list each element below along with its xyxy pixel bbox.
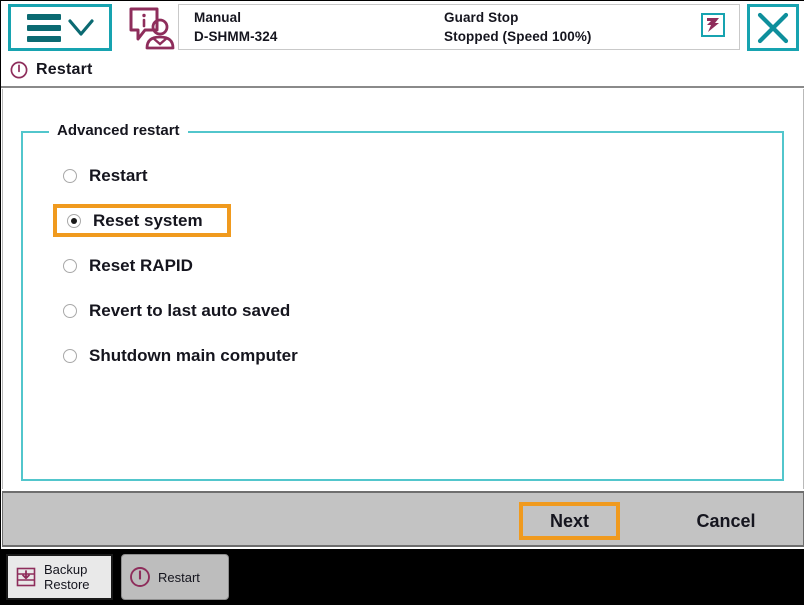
radio-reset-rapid[interactable] bbox=[63, 258, 77, 273]
main-menu-button[interactable] bbox=[8, 4, 112, 51]
page-title: Restart bbox=[36, 60, 93, 78]
option-label: Reset RAPID bbox=[89, 255, 193, 275]
controller-state: Guard Stop bbox=[444, 10, 519, 25]
close-button[interactable] bbox=[747, 4, 799, 51]
taskbar-item-label: Backup Restore bbox=[44, 562, 90, 592]
action-button-bar: Next Cancel bbox=[2, 491, 804, 547]
top-status-bar: Manual D-SHMM-324 Guard Stop Stopped (Sp… bbox=[1, 1, 804, 53]
restart-warning-icon bbox=[10, 61, 28, 78]
taskbar-item-backup-restore[interactable]: Backup Restore bbox=[6, 554, 113, 600]
page-title-bar: Restart bbox=[1, 53, 804, 86]
radio-revert-last-auto-saved[interactable] bbox=[63, 303, 77, 318]
option-reset-system[interactable]: Reset system bbox=[53, 204, 231, 237]
status-mode-block: Manual D-SHMM-324 bbox=[194, 8, 278, 46]
taskbar-item-label: Restart bbox=[158, 569, 200, 585]
option-reset-rapid[interactable]: Reset RAPID bbox=[53, 249, 753, 282]
radio-shutdown-main-computer[interactable] bbox=[63, 348, 77, 363]
group-legend: Advanced restart bbox=[49, 122, 188, 139]
hamburger-icon bbox=[26, 13, 61, 42]
operating-mode: Manual bbox=[194, 10, 242, 25]
backup-restore-icon bbox=[16, 567, 36, 587]
option-label: Restart bbox=[89, 165, 148, 185]
advanced-restart-group: Advanced restart Restart Reset system Re… bbox=[21, 122, 784, 481]
option-label: Reset system bbox=[93, 210, 203, 230]
motors-off-icon bbox=[701, 13, 725, 37]
restart-option-list: Restart Reset system Reset RAPID Revert … bbox=[53, 159, 753, 384]
cancel-button[interactable]: Cancel bbox=[667, 502, 785, 540]
next-button[interactable]: Next bbox=[519, 502, 620, 540]
restart-warning-icon bbox=[130, 567, 150, 587]
execution-state: Stopped (Speed 100%) bbox=[444, 29, 592, 44]
title-separator bbox=[1, 86, 804, 88]
option-revert-last-auto-saved[interactable]: Revert to last auto saved bbox=[53, 294, 753, 327]
status-state-block: Guard Stop Stopped (Speed 100%) bbox=[444, 8, 592, 46]
radio-restart[interactable] bbox=[63, 168, 77, 183]
option-shutdown-main-computer[interactable]: Shutdown main computer bbox=[53, 339, 753, 372]
radio-reset-system[interactable] bbox=[67, 213, 81, 228]
info-user-icon[interactable] bbox=[127, 6, 175, 50]
option-label: Shutdown main computer bbox=[89, 345, 298, 365]
taskbar: MECH MIND Backup Restore Restart ROB_1 1… bbox=[1, 549, 804, 605]
controller-name: D-SHMM-324 bbox=[194, 29, 278, 44]
main-content: Advanced restart Restart Reset system Re… bbox=[2, 89, 804, 489]
close-icon bbox=[757, 12, 789, 43]
controller-status-panel[interactable]: Manual D-SHMM-324 Guard Stop Stopped (Sp… bbox=[178, 4, 740, 50]
chevron-down-icon bbox=[67, 18, 94, 36]
taskbar-item-restart[interactable]: Restart bbox=[121, 554, 229, 600]
option-label: Revert to last auto saved bbox=[89, 300, 291, 320]
option-restart[interactable]: Restart bbox=[53, 159, 753, 192]
flexpendant-screen: Manual D-SHMM-324 Guard Stop Stopped (Sp… bbox=[0, 0, 804, 605]
